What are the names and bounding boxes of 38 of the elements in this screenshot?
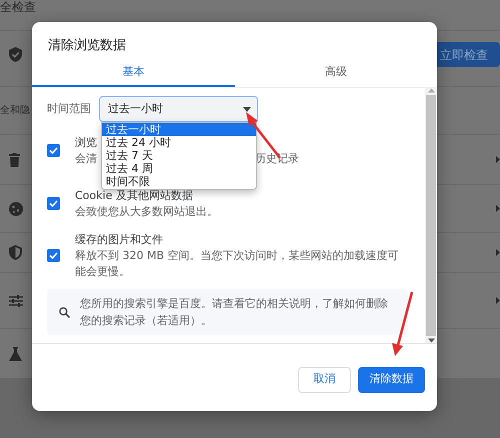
section-heading: 全和隐 <box>0 104 30 118</box>
dropdown-option[interactable]: 过去一小时 <box>102 123 256 136</box>
item-description: 会致使您从大多数网站退出。 <box>75 204 218 220</box>
tab[interactable]: 基本 <box>32 60 234 87</box>
checkbox[interactable] <box>47 144 60 157</box>
page-heading: 全检查 <box>0 0 37 16</box>
item-title: 浏览 <box>75 135 97 151</box>
chevron-icon <box>496 249 500 256</box>
dialog-title: 清除浏览数据 <box>47 37 127 55</box>
scrollbar[interactable] <box>425 88 437 343</box>
item-title: Cookie 及其他网站数据 <box>75 188 193 204</box>
time-range-select[interactable]: 过去一小时 <box>99 96 258 122</box>
shield-icon <box>9 47 22 62</box>
chevron-icon <box>496 156 500 163</box>
caret-icon <box>243 106 251 112</box>
flask-icon <box>9 346 22 360</box>
scroll-down-icon[interactable] <box>428 338 434 343</box>
trash-icon <box>9 152 20 166</box>
search-icon <box>59 306 70 318</box>
item-title: 缓存的图片和文件 <box>75 232 163 248</box>
dropdown-option[interactable]: 时间不限 <box>102 175 256 188</box>
cancel-button[interactable]: 取消 <box>298 366 351 392</box>
shield-icon <box>9 245 22 260</box>
chevron-icon <box>496 297 500 304</box>
clear-data-button[interactable]: 清除数据 <box>358 366 425 392</box>
info-text: 您所用的搜索引擎是百度。请查看它的相关说明，了解如何删除您的搜索记录（若适用）。 <box>80 296 389 329</box>
sliders-icon <box>9 294 23 306</box>
annotation-arrow <box>392 292 414 356</box>
item-description: 释放不到 320 MB 空间。当您下次访问时，某些网站的加载速度可能会更慢。 <box>75 248 400 280</box>
dropdown-option[interactable]: 过去 7 天 <box>102 149 256 162</box>
cookie-icon <box>9 202 23 216</box>
dropdown-option[interactable]: 过去 4 周 <box>102 162 256 175</box>
field-label: 时间范围 <box>47 100 91 117</box>
checkbox[interactable] <box>47 197 60 210</box>
item-description: 会清 <box>75 151 97 167</box>
checkbox[interactable] <box>47 249 60 262</box>
chevron-icon <box>496 205 500 212</box>
dropdown-option[interactable]: 过去 24 小时 <box>102 136 256 149</box>
